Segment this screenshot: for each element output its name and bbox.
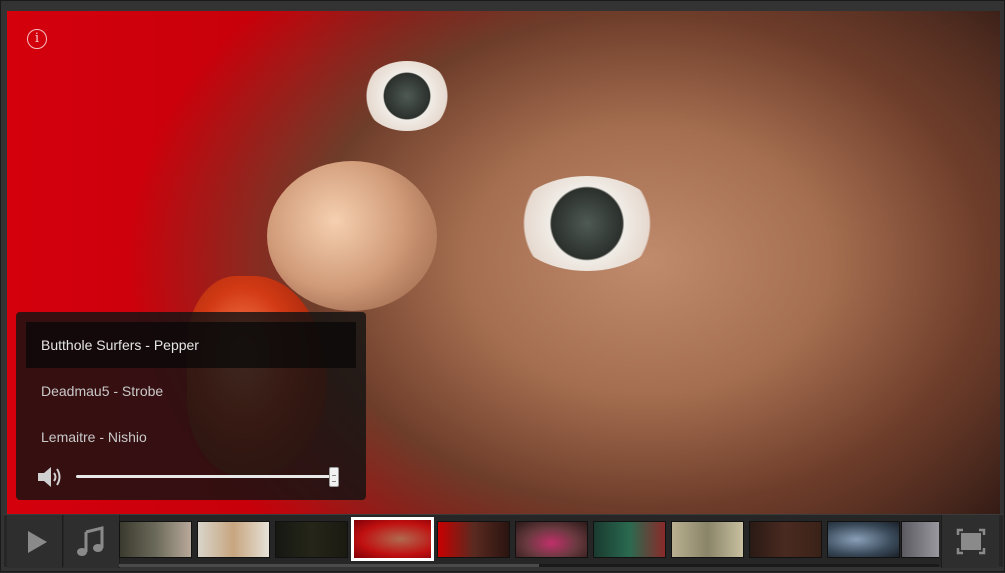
thumbnail[interactable] [671, 521, 744, 558]
thumbnail[interactable] [593, 521, 666, 558]
music-note-icon [77, 526, 104, 556]
control-bar [4, 514, 1003, 568]
photo-detail [362, 61, 452, 131]
playlist-item[interactable]: Butthole Surfers - Pepper [26, 322, 356, 368]
playlist-item[interactable]: Lemaitre - Nishio [26, 414, 356, 460]
play-button[interactable] [7, 515, 63, 568]
photo-detail [267, 161, 437, 311]
fullscreen-icon [956, 528, 986, 555]
thumbnail-scrollbar-thumb[interactable] [119, 564, 539, 567]
thumbnail[interactable] [437, 521, 510, 558]
volume-slider[interactable] [76, 475, 336, 478]
speaker-icon[interactable] [36, 464, 64, 490]
thumbnail-scrollbar[interactable] [119, 564, 939, 567]
thumbnail[interactable] [119, 521, 192, 558]
thumbnail[interactable] [749, 521, 822, 558]
thumbnail[interactable] [827, 521, 900, 558]
music-button[interactable] [64, 515, 120, 568]
photo-detail [512, 176, 662, 271]
playlist-item[interactable]: Deadmau5 - Strobe [26, 368, 356, 414]
fullscreen-button[interactable] [941, 515, 999, 568]
thumbnail-selected[interactable] [351, 517, 434, 561]
play-icon [28, 531, 47, 553]
playlist-panel: Butthole Surfers - Pepper Deadmau5 - Str… [16, 312, 366, 500]
thumbnail[interactable] [197, 521, 270, 558]
video-player: i Butthole Surfers - Pepper Deadmau5 - S… [0, 0, 1005, 572]
thumbnail-strip [119, 517, 939, 564]
volume-slider-handle[interactable] [329, 467, 339, 487]
thumbnail[interactable] [275, 521, 348, 558]
thumbnail[interactable] [901, 521, 939, 558]
info-icon[interactable]: i [27, 29, 47, 49]
thumbnail[interactable] [515, 521, 588, 558]
